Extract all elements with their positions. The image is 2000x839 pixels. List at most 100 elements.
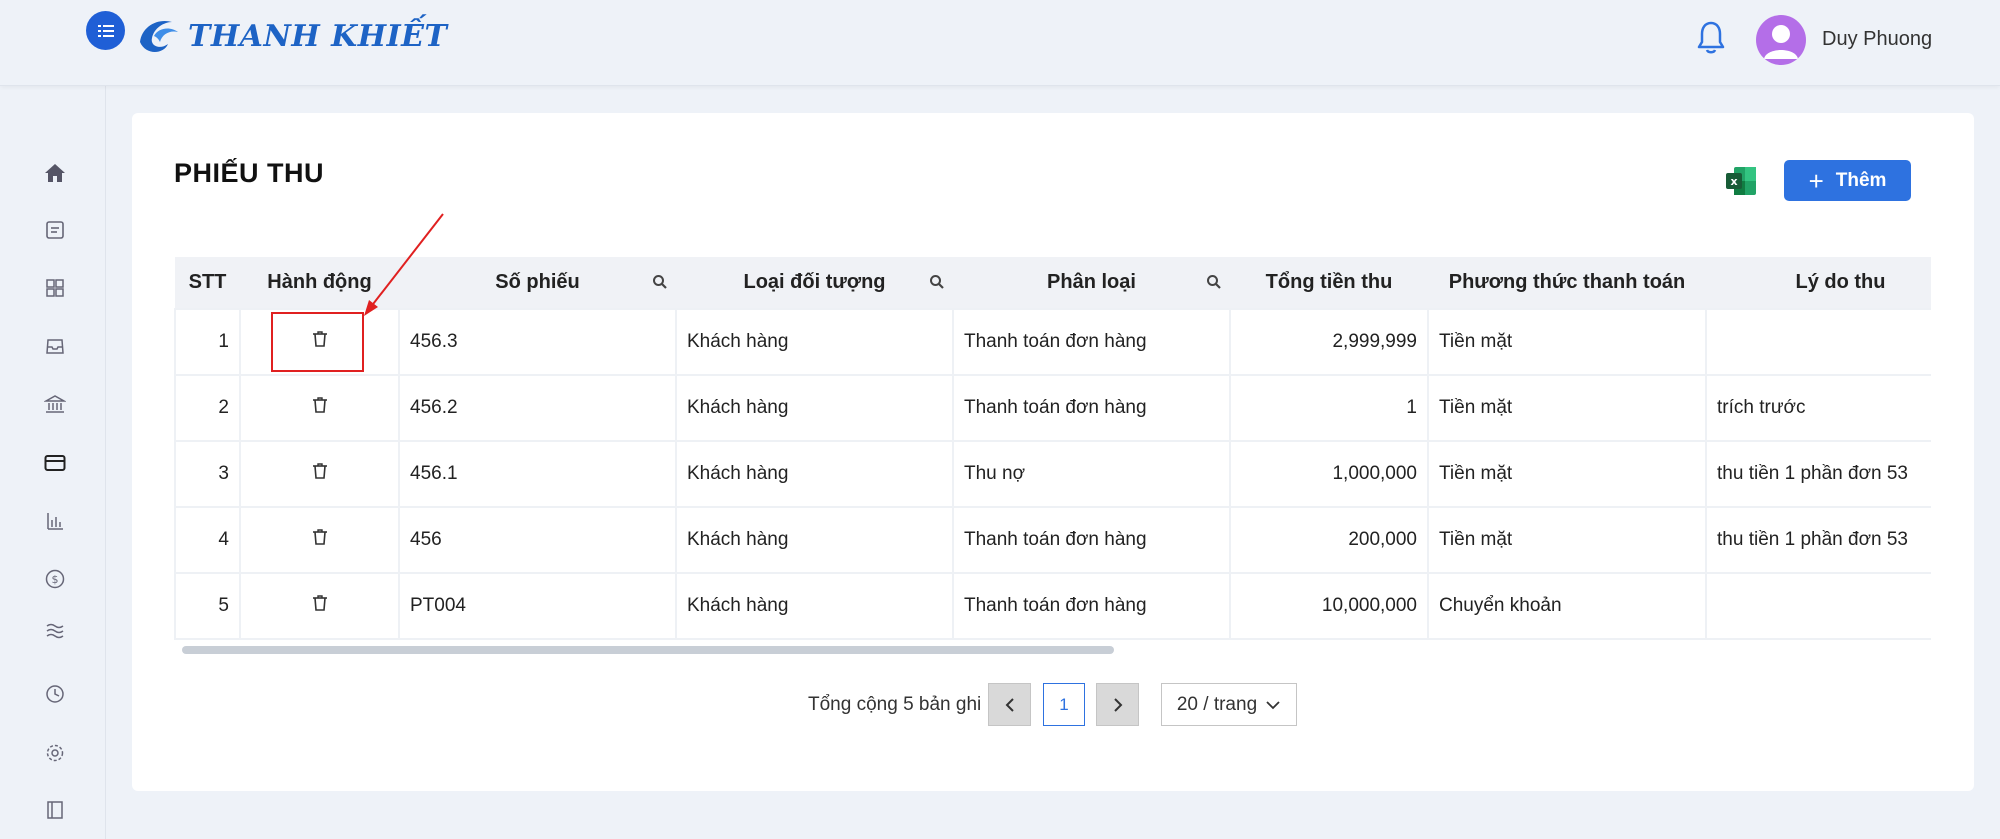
- cell-object-type: Khách hàng: [675, 308, 954, 376]
- table-row[interactable]: 4 456 Khách hàng Thanh toán đơn hàng 200…: [174, 506, 1931, 574]
- cell-receipt-number: 456: [398, 506, 677, 574]
- gear-icon[interactable]: [43, 741, 67, 765]
- home-icon[interactable]: [43, 161, 67, 185]
- svg-text:$: $: [52, 573, 59, 586]
- wallet-icon[interactable]: [43, 451, 67, 475]
- table-header-row: STT Hành động Số phiếu Loại đối tượng Ph…: [175, 257, 1931, 309]
- username: Duy Phuong: [1822, 28, 1933, 50]
- cell-total: 2,999,999: [1229, 308, 1429, 376]
- trash-icon[interactable]: [312, 528, 328, 552]
- plus-icon: +: [1808, 165, 1824, 196]
- page-title: PHIẾU THU: [174, 158, 325, 188]
- next-page-button[interactable]: [1096, 683, 1139, 726]
- search-icon[interactable]: [929, 274, 945, 290]
- column-header-action[interactable]: Hành động: [240, 257, 399, 309]
- cell-stt: 5: [174, 572, 241, 640]
- cell-object-type: Khách hàng: [675, 440, 954, 508]
- add-button-label: Thêm: [1835, 169, 1887, 191]
- cell-reason: [1705, 308, 1931, 376]
- layers-icon[interactable]: [43, 619, 67, 643]
- bar-chart-icon[interactable]: [43, 509, 67, 533]
- cell-object-type: Khách hàng: [675, 506, 954, 574]
- cell-total: 10,000,000: [1229, 572, 1429, 640]
- trash-icon[interactable]: [312, 330, 328, 354]
- excel-icon: x: [1726, 167, 1756, 195]
- cell-action: [239, 506, 400, 574]
- cell-reason: thu tiền 1 phần đơn 53: [1705, 440, 1931, 508]
- bank-icon[interactable]: [43, 392, 67, 416]
- receipt-icon[interactable]: [43, 218, 67, 242]
- chevron-down-icon: [1266, 700, 1280, 709]
- table-row[interactable]: 3 456.1 Khách hàng Thu nợ 1,000,000 Tiền…: [174, 440, 1931, 508]
- cell-total: 200,000: [1229, 506, 1429, 574]
- avatar[interactable]: [1756, 15, 1806, 65]
- cell-total: 1,000,000: [1229, 440, 1429, 508]
- horizontal-scrollbar[interactable]: [182, 646, 1114, 654]
- total-records: Tổng cộng 5 bản ghi: [808, 694, 982, 715]
- notification-button[interactable]: [1696, 20, 1726, 61]
- sidebar: [0, 0, 106, 839]
- cell-receipt-number: 456.1: [398, 440, 677, 508]
- table-row[interactable]: 5 PT004 Khách hàng Thanh toán đơn hàng 1…: [174, 572, 1931, 640]
- cell-reason: [1705, 572, 1931, 640]
- cell-payment-method: Chuyển khoản: [1427, 572, 1707, 640]
- cell-stt: 2: [174, 374, 241, 442]
- grid-icon[interactable]: [43, 276, 67, 300]
- inbox-icon[interactable]: [43, 334, 67, 358]
- table-row[interactable]: 2 456.2 Khách hàng Thanh toán đơn hàng 1…: [174, 374, 1931, 442]
- cell-action: [239, 308, 400, 376]
- cell-category: Thu nợ: [952, 440, 1231, 508]
- user-icon: [1764, 25, 1798, 59]
- cell-receipt-number: PT004: [398, 572, 677, 640]
- search-icon[interactable]: [652, 274, 668, 290]
- column-header-object-type[interactable]: Loại đối tượng: [676, 257, 953, 309]
- export-excel-button[interactable]: x: [1725, 166, 1757, 201]
- table-row[interactable]: 1 456.3 Khách hàng Thanh toán đơn hàng 2…: [174, 308, 1931, 376]
- cell-object-type: Khách hàng: [675, 572, 954, 640]
- brand-logo[interactable]: THANH KHIẾT: [134, 12, 447, 60]
- column-header-receipt-number[interactable]: Số phiếu: [399, 257, 676, 309]
- cell-stt: 1: [174, 308, 241, 376]
- cell-payment-method: Tiền mặt: [1427, 374, 1707, 442]
- bell-icon: [1697, 21, 1725, 54]
- cell-stt: 3: [174, 440, 241, 508]
- column-header-stt[interactable]: STT: [175, 257, 240, 309]
- search-icon[interactable]: [1206, 274, 1222, 290]
- cell-receipt-number: 456.2: [398, 374, 677, 442]
- menu-icon: [97, 24, 114, 37]
- cell-payment-method: Tiền mặt: [1427, 440, 1707, 508]
- chevron-left-icon: [1005, 697, 1014, 712]
- brand-name: THANH KHIẾT: [188, 18, 448, 54]
- trash-icon[interactable]: [312, 462, 328, 486]
- dollar-icon[interactable]: $: [43, 567, 67, 591]
- cell-category: Thanh toán đơn hàng: [952, 572, 1231, 640]
- cell-action: [239, 440, 400, 508]
- book-icon[interactable]: [43, 798, 67, 822]
- add-button[interactable]: + Thêm: [1784, 160, 1911, 201]
- sidebar-toggle-button[interactable]: [86, 11, 125, 50]
- column-header-total[interactable]: Tổng tiền thu: [1230, 257, 1428, 309]
- history-icon[interactable]: [43, 682, 67, 706]
- page-size-value: 20 / trang: [1176, 693, 1258, 715]
- trash-icon[interactable]: [312, 594, 328, 618]
- receipts-table: STT Hành động Số phiếu Loại đối tượng Ph…: [174, 257, 1931, 661]
- column-header-payment-method[interactable]: Phương thức thanh toán: [1428, 257, 1706, 309]
- cell-category: Thanh toán đơn hàng: [952, 374, 1231, 442]
- trash-icon[interactable]: [312, 396, 328, 420]
- page-size-select[interactable]: 20 / trang: [1161, 683, 1297, 726]
- column-header-category[interactable]: Phân loại: [953, 257, 1230, 309]
- chevron-right-icon: [1113, 697, 1122, 712]
- column-header-reason[interactable]: Lý do thu: [1706, 257, 1931, 309]
- cell-reason: trích trước: [1705, 374, 1931, 442]
- cell-reason: thu tiền 1 phần đơn 53: [1705, 506, 1931, 574]
- wave-logo-icon: [140, 20, 178, 52]
- cell-payment-method: Tiền mặt: [1427, 506, 1707, 574]
- page-number[interactable]: 1: [1043, 683, 1085, 726]
- cell-payment-method: Tiền mặt: [1427, 308, 1707, 376]
- prev-page-button[interactable]: [988, 683, 1031, 726]
- cell-total: 1: [1229, 374, 1429, 442]
- svg-text:x: x: [1730, 175, 1737, 188]
- cell-action: [239, 572, 400, 640]
- cell-object-type: Khách hàng: [675, 374, 954, 442]
- cell-category: Thanh toán đơn hàng: [952, 308, 1231, 376]
